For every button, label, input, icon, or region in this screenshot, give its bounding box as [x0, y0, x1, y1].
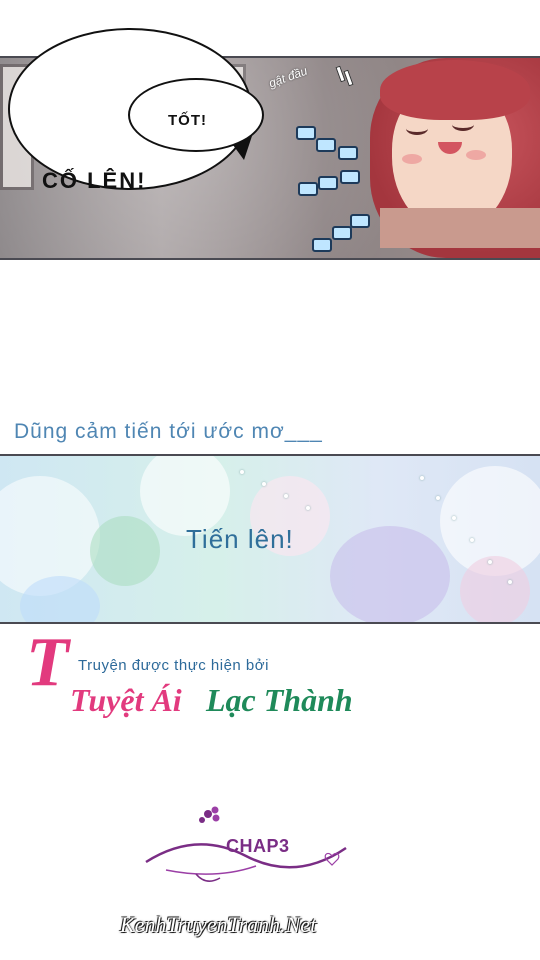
nod-effect-2: [316, 138, 336, 152]
pearl-string: [436, 496, 440, 500]
nod-effect-7: [312, 238, 332, 252]
pearl-string: [262, 482, 266, 486]
nod-effect-1: [296, 126, 316, 140]
pearl-string: [306, 506, 310, 510]
narration-text: Dũng cảm tiến tới ước mơ___: [14, 420, 323, 443]
credit-line: Truyện được thực hiện bởi: [78, 657, 269, 674]
credit-decorative-letter: T: [26, 624, 69, 701]
speech-text-small: TỐT!: [168, 112, 207, 129]
bokeh-light: [330, 526, 450, 622]
pearl-string: [452, 516, 456, 520]
pearl-string: [508, 580, 512, 584]
pearl-string: [240, 470, 244, 474]
chapter-label: CHAP3: [226, 836, 290, 856]
nod-effect-9: [350, 214, 370, 228]
flower-icon: [199, 806, 220, 823]
character-bangs: [380, 60, 530, 120]
credit-group-name-1: Tuyệt Ái: [70, 682, 182, 718]
pearl-string: [420, 476, 424, 480]
bokeh-light: [90, 516, 160, 586]
pearl-string: [284, 494, 288, 498]
character-eye-right: [452, 118, 474, 131]
nod-effect-4: [298, 182, 318, 196]
credit-group-name-2: Lạc Thành: [206, 682, 353, 718]
footer-site-watermark: KenhTruyenTranh.Net: [120, 912, 317, 937]
nod-effect-5: [318, 176, 338, 190]
bokeh-light: [460, 556, 530, 622]
bokeh-light: [20, 576, 100, 622]
nod-effect-6: [340, 170, 360, 184]
character-cheek-right: [466, 150, 486, 160]
nod-effect-8: [332, 226, 352, 240]
character-cheek-left: [402, 154, 422, 164]
speech-text-large: CỐ LÊN!: [42, 168, 147, 193]
character-eye-left: [406, 122, 428, 135]
character-body: [380, 208, 540, 248]
pearl-string: [488, 560, 492, 564]
shout-text: Tiến lên!: [186, 524, 294, 554]
pearl-string: [470, 538, 474, 542]
nod-effect-3: [338, 146, 358, 160]
